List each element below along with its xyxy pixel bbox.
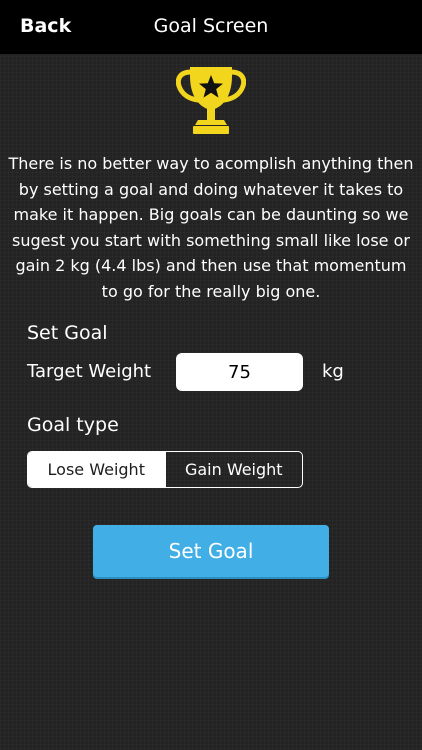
goal-type-heading: Goal type [27,414,119,436]
page-title: Goal Screen [153,15,269,37]
target-weight-label: Target Weight [27,361,152,382]
intro-text: There is no better way to acomplish anyt… [8,154,414,301]
nav-bar: Back Goal Screen [0,0,422,54]
set-goal-heading: Set Goal [27,322,108,344]
unit-label: kg [322,361,344,382]
target-weight-input[interactable] [176,353,303,391]
gain-weight-segment[interactable]: Gain Weight [164,452,303,487]
goal-type-segmented-control: Lose Weight Gain Weight [27,451,303,488]
set-goal-button[interactable]: Set Goal [93,525,329,577]
lose-weight-segment[interactable]: Lose Weight [28,452,165,487]
trophy-icon [176,67,246,134]
